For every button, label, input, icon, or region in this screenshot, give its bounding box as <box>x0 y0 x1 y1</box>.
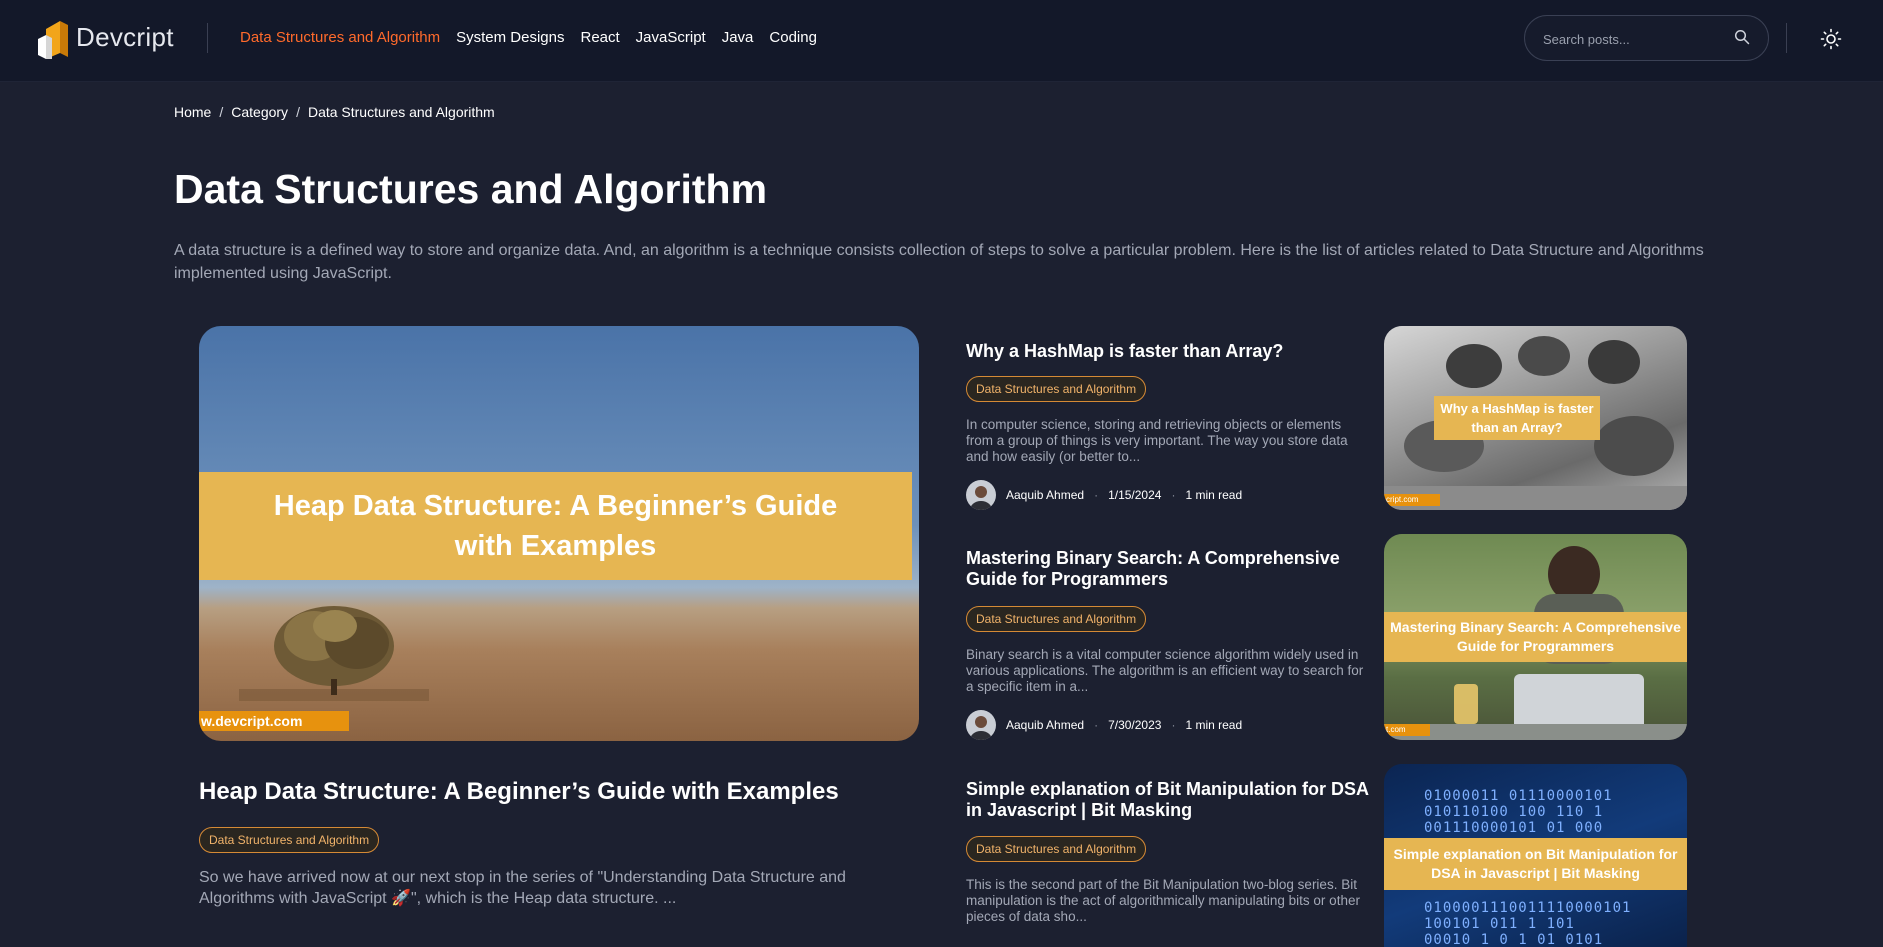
post-date: 7/30/2023 <box>1108 718 1162 732</box>
thumbnail-caption: Simple explanation on Bit Manipulation f… <box>1384 838 1687 890</box>
nav-item-react[interactable]: React <box>580 29 619 46</box>
nav-divider <box>207 23 208 53</box>
featured-image-watermark: w.devcript.com <box>199 711 349 731</box>
breadcrumb-separator: / <box>296 104 300 120</box>
page-description: A data structure is a defined way to sto… <box>174 242 1704 282</box>
main-nav: Data Structures and Algorithm System Des… <box>240 29 817 46</box>
post-title[interactable]: Simple explanation of Bit Manipulation f… <box>966 779 1376 821</box>
post-excerpt: This is the second part of the Bit Manip… <box>966 877 1360 924</box>
post-read-time: 1 min read <box>1185 488 1243 502</box>
meta-separator: · <box>1094 718 1099 732</box>
featured-category-pill[interactable]: Data Structures and Algorithm <box>199 827 380 853</box>
thumbnail-watermark: t.com <box>1384 724 1430 736</box>
binary-background: 0100001110011110000101 100101 011 1 101 … <box>1424 900 1631 947</box>
binary-row: 0100001110011110000101 <box>1424 900 1632 916</box>
thumbnail-caption: Why a HashMap is faster than an Array? <box>1434 396 1600 440</box>
meta-separator: · <box>1171 718 1176 732</box>
post-thumbnail[interactable]: Mastering Binary Search: A Comprehensive… <box>1384 534 1687 740</box>
post-meta: Aaquib Ahmed · 1/15/2024 · 1 min read <box>966 480 1242 510</box>
top-navbar: Devcript Data Structures and Algorithm S… <box>0 0 1883 82</box>
post-date: 1/15/2024 <box>1108 488 1162 502</box>
post-meta: Aaquib Ahmed · 7/30/2023 · 1 min read <box>966 710 1242 740</box>
bush-illustration <box>239 606 429 701</box>
post-category-pill[interactable]: Data Structures and Algorithm <box>966 606 1147 632</box>
header-divider <box>1786 23 1787 53</box>
post-thumbnail[interactable]: 01000011 01110000101 010110100 100 110 1… <box>1384 764 1687 947</box>
post-thumbnail[interactable]: Why a HashMap is faster than an Array? c… <box>1384 326 1687 510</box>
breadcrumb-home[interactable]: Home <box>174 104 211 120</box>
featured-post-excerpt: So we have arrived now at our next stop … <box>199 869 846 907</box>
breadcrumb: Home / Category / Data Structures and Al… <box>174 104 495 120</box>
search-icon[interactable] <box>1734 29 1750 45</box>
featured-post-image[interactable]: Heap Data Structure: A Beginner’s Guide … <box>199 326 919 741</box>
post-category-pill[interactable]: Data Structures and Algorithm <box>966 376 1147 402</box>
breadcrumb-separator: / <box>219 104 224 120</box>
page-title: Data Structures and Algorithm <box>174 166 768 212</box>
post-excerpt: In computer science, storing and retriev… <box>966 417 1348 464</box>
binary-row: 01000011 01110000101 <box>1424 788 1613 804</box>
binary-row: 100101 011 1 101 <box>1424 916 1575 932</box>
nav-item-coding[interactable]: Coding <box>769 29 817 46</box>
post-category-pill[interactable]: Data Structures and Algorithm <box>966 836 1147 862</box>
logo-text: Devcript <box>76 21 174 52</box>
breadcrumb-current: Data Structures and Algorithm <box>307 104 495 120</box>
avatar[interactable] <box>966 480 996 510</box>
nav-item-system-designs[interactable]: System Designs <box>456 29 564 46</box>
nav-item-java[interactable]: Java <box>722 29 754 46</box>
post-title[interactable]: Mastering Binary Search: A Comprehensive… <box>966 548 1376 590</box>
logo-icon <box>38 21 68 59</box>
nav-item-dsa[interactable]: Data Structures and Algorithm <box>240 29 440 46</box>
binary-background: 01000011 01110000101 010110100 100 110 1… <box>1424 788 1613 836</box>
post-read-time: 1 min read <box>1185 718 1243 732</box>
meta-separator: · <box>1171 488 1176 502</box>
sun-icon[interactable] <box>1820 28 1842 50</box>
post-excerpt: Binary search is a vital computer scienc… <box>966 647 1364 694</box>
avatar[interactable] <box>966 710 996 740</box>
post-title[interactable]: Why a HashMap is faster than Array? <box>966 341 1376 362</box>
site-logo[interactable]: Devcript <box>38 15 174 59</box>
featured-post-title[interactable]: Heap Data Structure: A Beginner’s Guide … <box>199 778 839 806</box>
breadcrumb-category[interactable]: Category <box>231 104 288 120</box>
featured-image-caption: Heap Data Structure: A Beginner’s Guide … <box>199 472 912 580</box>
post-author[interactable]: Aaquib Ahmed <box>1006 718 1084 732</box>
post-author[interactable]: Aaquib Ahmed <box>1006 488 1084 502</box>
thumbnail-caption: Mastering Binary Search: A Comprehensive… <box>1384 612 1687 662</box>
nav-item-javascript[interactable]: JavaScript <box>636 29 706 46</box>
thumbnail-watermark: cript.com <box>1384 494 1440 506</box>
binary-row: 001110000101 01 000 <box>1424 820 1604 836</box>
binary-row: 010110100 100 110 1 <box>1424 804 1604 820</box>
meta-separator: · <box>1094 488 1099 502</box>
search-input[interactable] <box>1543 28 1723 50</box>
search-box <box>1524 15 1769 61</box>
binary-row: 00010 1 0 1 01 0101 <box>1424 932 1604 947</box>
